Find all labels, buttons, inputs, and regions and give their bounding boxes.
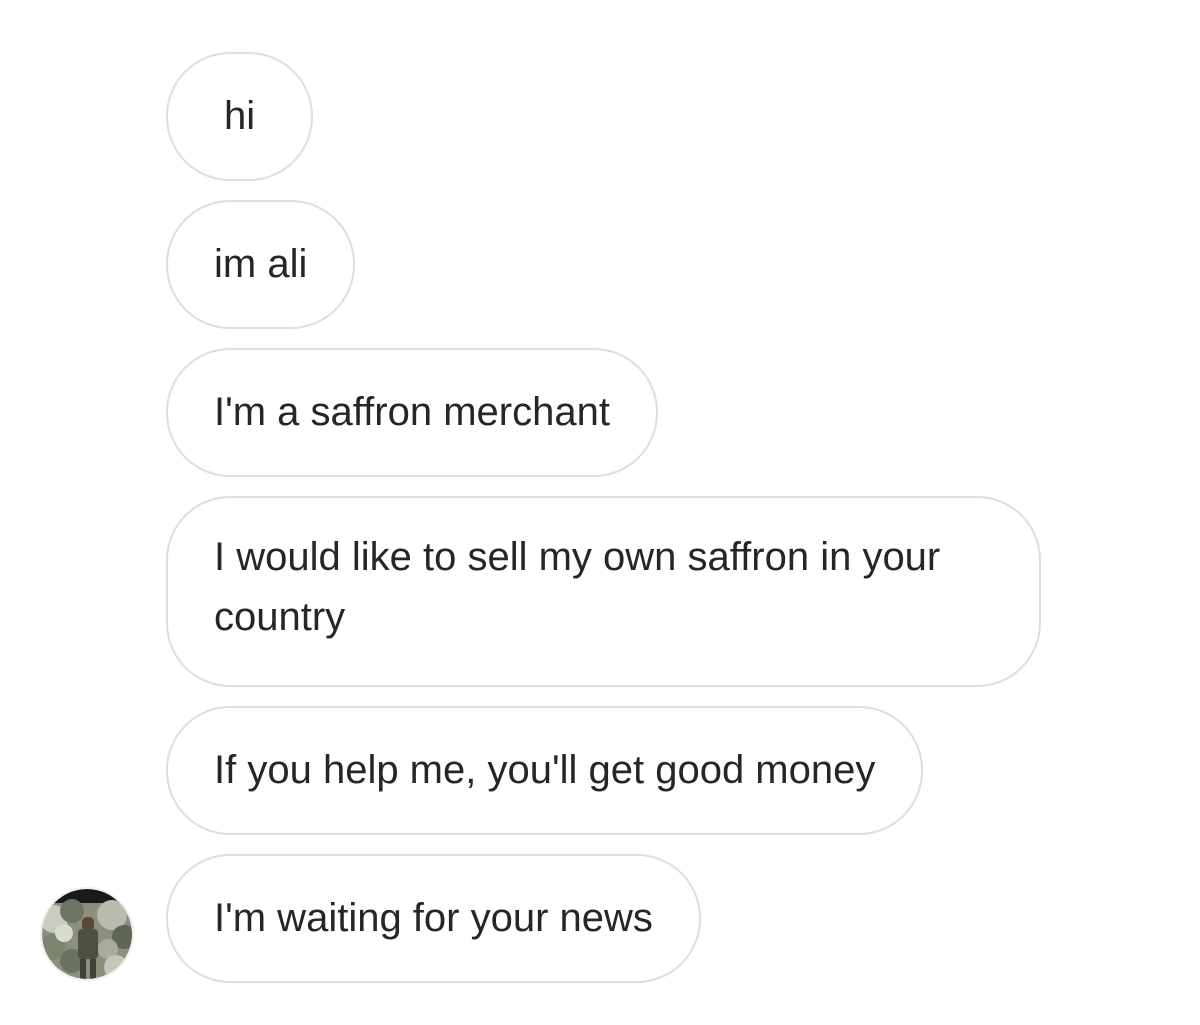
profile-photo-avatar-icon <box>42 889 132 979</box>
message-bubble[interactable]: I'm waiting for your news <box>166 854 701 983</box>
message-bubble[interactable]: If you help me, you'll get good money <box>166 706 924 835</box>
message-text: If you help me, you'll get good money <box>214 748 876 792</box>
message-bubble[interactable]: im ali <box>166 200 356 329</box>
message-thread: hi im ali I'm a saffron merchant I would… <box>0 0 1200 1025</box>
message-bubble[interactable]: hi <box>166 52 314 181</box>
message-text: hi <box>224 94 256 138</box>
message-text: I'm a saffron merchant <box>214 390 610 434</box>
message-text: I'm waiting for your news <box>214 896 653 940</box>
message-bubble[interactable]: I'm a saffron merchant <box>166 348 658 477</box>
message-bubble[interactable]: I would like to sell my own saffron in y… <box>166 496 1041 687</box>
message-text: I would like to sell my own saffron in y… <box>214 535 941 639</box>
message-text: im ali <box>214 242 308 286</box>
sender-avatar[interactable] <box>40 887 134 981</box>
